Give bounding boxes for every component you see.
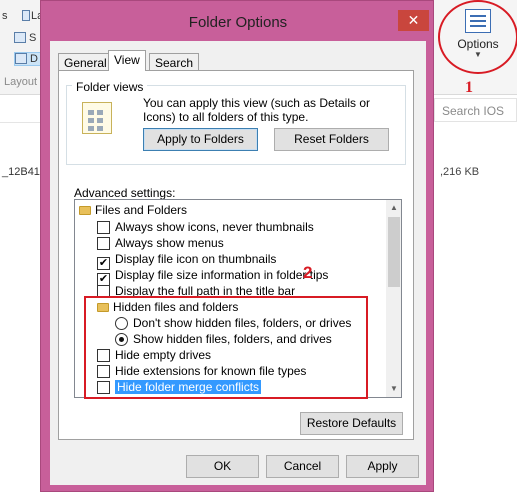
ribbon-item-details[interactable]: D xyxy=(14,52,41,66)
scroll-down-icon[interactable]: ▼ xyxy=(386,381,401,397)
checkbox[interactable] xyxy=(97,221,110,234)
annotation-box xyxy=(84,296,368,399)
restore-defaults-button[interactable]: Restore Defaults xyxy=(300,412,403,435)
annotation-number-1: 1 xyxy=(465,79,473,96)
folder-icon xyxy=(79,206,91,215)
close-icon: ✕ xyxy=(407,12,420,28)
tab-view[interactable]: View xyxy=(108,50,146,71)
ribbon-item-label: D xyxy=(30,53,38,65)
setting-label: Display file icon on thumbnails xyxy=(115,252,277,266)
setting-always-show-icons[interactable]: Always show icons, never thumbnails xyxy=(97,219,314,235)
setting-label: Display file size information in folder … xyxy=(115,268,329,282)
folder-views-description: You can apply this view (such as Details… xyxy=(143,96,371,124)
ribbon-item-label: s xyxy=(2,10,8,22)
large-icons-icon xyxy=(22,10,30,21)
file-name[interactable]: _12B411 xyxy=(2,166,45,178)
folder-options-dialog: Folder Options ✕ General View Search Fol… xyxy=(40,0,434,492)
tab-general[interactable]: General xyxy=(58,53,113,70)
reset-folders-button[interactable]: Reset Folders xyxy=(274,128,389,151)
scroll-thumb[interactable] xyxy=(388,217,400,287)
dialog-client-area: General View Search Folder views You can… xyxy=(50,41,426,485)
tree-item-label: Files and Folders xyxy=(95,203,188,217)
small-icons-icon xyxy=(14,32,26,43)
annotation-number-2: 2 xyxy=(303,263,313,282)
layout-group-label: Layout xyxy=(4,76,38,88)
scroll-up-icon[interactable]: ▲ xyxy=(386,200,401,216)
apply-button[interactable]: Apply xyxy=(346,455,419,478)
setting-display-file-icon[interactable]: ✔ Display file icon on thumbnails xyxy=(97,251,277,270)
dialog-title: Folder Options xyxy=(188,14,288,31)
tab-search[interactable]: Search xyxy=(149,53,200,70)
ribbon-item[interactable]: s xyxy=(2,10,8,22)
ribbon-item-small-icons[interactable]: S xyxy=(14,32,36,44)
details-icon xyxy=(15,53,27,64)
setting-label: Always show icons, never thumbnails xyxy=(115,220,314,234)
close-button[interactable]: ✕ xyxy=(398,10,429,31)
ribbon-item-label: S xyxy=(29,32,37,44)
checkbox[interactable] xyxy=(97,237,110,250)
file-size: ,216 KB xyxy=(440,166,480,178)
annotation-circle xyxy=(438,0,517,74)
folder-views-label: Folder views xyxy=(72,80,148,94)
advanced-settings-label: Advanced settings: xyxy=(74,186,176,200)
setting-always-show-menus[interactable]: Always show menus xyxy=(97,235,224,251)
ribbon-left: s La S D Layout xyxy=(0,0,43,95)
ok-button[interactable]: OK xyxy=(186,455,259,478)
cancel-button[interactable]: Cancel xyxy=(266,455,339,478)
vertical-scrollbar[interactable]: ▲ ▼ xyxy=(386,200,401,397)
search-input[interactable]: Search IOS xyxy=(434,98,517,122)
folder-views-icon xyxy=(82,102,112,134)
apply-to-folders-button[interactable]: Apply to Folders xyxy=(143,128,258,151)
setting-display-file-size[interactable]: ✔ Display file size information in folder… xyxy=(97,267,329,286)
tree-folder-files-and-folders[interactable]: Files and Folders xyxy=(79,202,187,218)
setting-label: Always show menus xyxy=(115,236,224,250)
column-header xyxy=(0,95,40,123)
